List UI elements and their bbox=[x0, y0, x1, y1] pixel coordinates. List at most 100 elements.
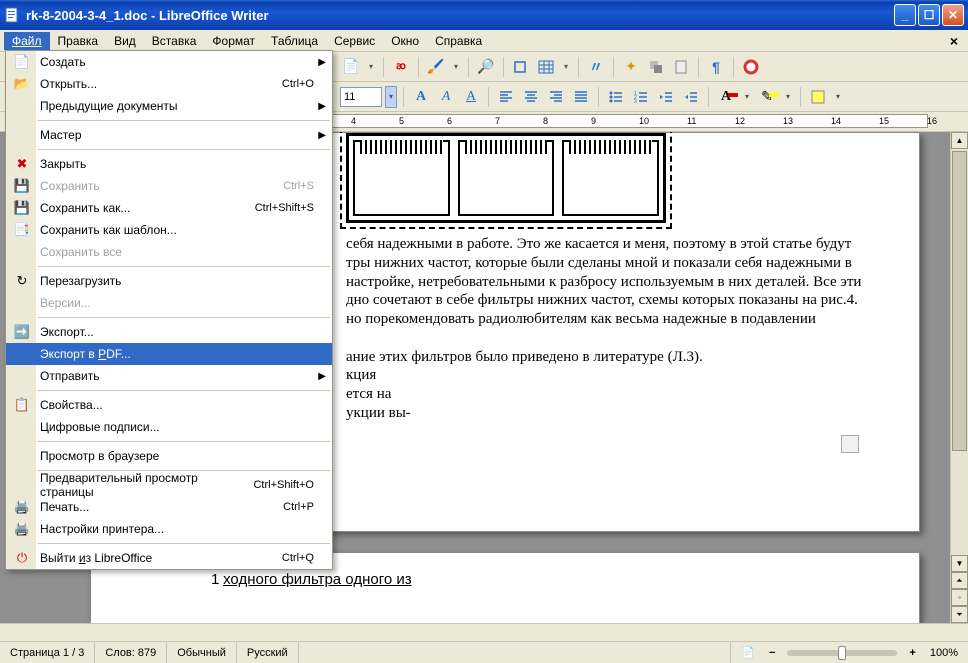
dropdown-icon[interactable]: ▾ bbox=[560, 56, 572, 78]
toolbar-icon[interactable]: 📄 bbox=[340, 56, 362, 78]
comment-anchor[interactable] bbox=[841, 435, 859, 453]
status-words[interactable]: Слов: 879 bbox=[95, 642, 167, 663]
menu-window[interactable]: Окно bbox=[383, 32, 427, 50]
menu-item-recent[interactable]: Предыдущие документы ▶ bbox=[6, 95, 332, 117]
menu-label: Цифровые подписи... bbox=[40, 420, 332, 434]
status-style[interactable]: Обычный bbox=[167, 642, 237, 663]
menu-label: Просмотр в браузере bbox=[40, 449, 332, 463]
submenu-arrow-icon: ▶ bbox=[318, 101, 326, 112]
document-image-schematic[interactable] bbox=[346, 133, 666, 223]
brush-icon[interactable]: 🖌️ bbox=[425, 56, 447, 78]
toolbar-icon[interactable] bbox=[645, 56, 667, 78]
zoom-out-button[interactable]: − bbox=[765, 647, 779, 659]
align-left-icon[interactable] bbox=[495, 86, 517, 108]
scrollbar-thumb[interactable] bbox=[952, 151, 967, 451]
nav-select-icon[interactable]: ◦ bbox=[951, 589, 968, 606]
toolbar-icon[interactable] bbox=[510, 56, 532, 78]
new-doc-icon: 📄 bbox=[12, 53, 32, 71]
menu-view[interactable]: Вид bbox=[106, 32, 144, 50]
help-icon[interactable] bbox=[740, 56, 762, 78]
menu-item-saveas[interactable]: 💾 Сохранить как... Ctrl+Shift+S bbox=[6, 197, 332, 219]
menu-item-saveall[interactable]: Сохранить все bbox=[6, 241, 332, 263]
abc-icon[interactable]: ꜵ bbox=[390, 56, 412, 78]
print-icon: 🖨️ bbox=[12, 498, 32, 516]
dropdown-icon[interactable]: ▾ bbox=[385, 86, 397, 108]
horizontal-scrollbar[interactable] bbox=[0, 623, 968, 641]
zoom-in-button[interactable]: + bbox=[905, 647, 919, 659]
toolbar-icon[interactable] bbox=[670, 56, 692, 78]
align-center-icon[interactable] bbox=[520, 86, 542, 108]
menu-item-close[interactable]: ✖ Закрыть bbox=[6, 153, 332, 175]
nav-prev-icon[interactable]: ⏶ bbox=[951, 572, 968, 589]
list-number-icon[interactable]: 123 bbox=[630, 86, 652, 108]
menu-label: Экспорт... bbox=[40, 325, 332, 339]
toolbar-icon[interactable] bbox=[807, 86, 829, 108]
underline-icon[interactable]: A bbox=[460, 86, 482, 108]
menu-accel: Ctrl+Q bbox=[282, 552, 332, 564]
indent-icon[interactable] bbox=[680, 86, 702, 108]
dropdown-icon[interactable]: ▾ bbox=[365, 56, 377, 78]
bold-icon[interactable]: A bbox=[410, 86, 432, 108]
menu-item-versions[interactable]: Версии... bbox=[6, 292, 332, 314]
menu-item-save[interactable]: 💾 Сохранить Ctrl+S bbox=[6, 175, 332, 197]
dropdown-icon[interactable]: ▾ bbox=[782, 86, 794, 108]
menu-label: Сохранить как... bbox=[40, 201, 255, 215]
menu-item-create[interactable]: 📄 Создать ▶ bbox=[6, 51, 332, 73]
toolbar-icon[interactable]: 〃 bbox=[585, 56, 607, 78]
table-icon[interactable] bbox=[535, 56, 557, 78]
menu-accel: Ctrl+P bbox=[283, 501, 332, 513]
menu-tools[interactable]: Сервис bbox=[326, 32, 383, 50]
menu-accel: Ctrl+S bbox=[283, 180, 332, 192]
menu-item-wizard[interactable]: Мастер ▶ bbox=[6, 124, 332, 146]
align-right-icon[interactable] bbox=[545, 86, 567, 108]
align-justify-icon[interactable] bbox=[570, 86, 592, 108]
minimize-button[interactable]: _ bbox=[894, 4, 916, 26]
menu-item-export[interactable]: ➡️ Экспорт... bbox=[6, 321, 332, 343]
menu-item-properties[interactable]: 📋 Свойства... bbox=[6, 394, 332, 416]
menu-item-print[interactable]: 🖨️ Печать... Ctrl+P bbox=[6, 496, 332, 518]
menu-item-send[interactable]: Отправить ▶ bbox=[6, 365, 332, 387]
export-icon: ➡️ bbox=[12, 323, 32, 341]
toolbar-icon[interactable]: ✦ bbox=[620, 56, 642, 78]
menu-item-signatures[interactable]: Цифровые подписи... bbox=[6, 416, 332, 438]
status-zoom[interactable]: 100% bbox=[920, 642, 968, 663]
close-button[interactable]: ✕ bbox=[942, 4, 964, 26]
save-template-icon: 📑 bbox=[12, 221, 32, 239]
menu-item-browser[interactable]: Просмотр в браузере bbox=[6, 445, 332, 467]
menu-label: Свойства... bbox=[40, 398, 332, 412]
menu-format[interactable]: Формат bbox=[204, 32, 263, 50]
menu-item-exit[interactable]: ⏻ Выйти из LibreOffice Ctrl+Q bbox=[6, 547, 332, 569]
outdent-icon[interactable] bbox=[655, 86, 677, 108]
menu-item-reload[interactable]: ↻ Перезагрузить bbox=[6, 270, 332, 292]
menu-item-open[interactable]: 📂 Открыть... Ctrl+O bbox=[6, 73, 332, 95]
dropdown-icon[interactable]: ▾ bbox=[832, 86, 844, 108]
menu-edit[interactable]: Правка bbox=[50, 32, 107, 50]
pdf-icon bbox=[12, 345, 32, 363]
dropdown-icon[interactable]: ▾ bbox=[741, 86, 753, 108]
zoom-slider[interactable] bbox=[787, 650, 897, 656]
menu-item-savetpl[interactable]: 📑 Сохранить как шаблон... bbox=[6, 219, 332, 241]
italic-icon[interactable]: A bbox=[435, 86, 457, 108]
menu-insert[interactable]: Вставка bbox=[144, 32, 205, 50]
menu-item-printer[interactable]: 🖨️ Настройки принтера... bbox=[6, 518, 332, 540]
list-bullet-icon[interactable] bbox=[605, 86, 627, 108]
nav-next-icon[interactable]: ⏷ bbox=[951, 606, 968, 623]
menu-item-preview[interactable]: Предварительный просмотр страницы Ctrl+S… bbox=[6, 474, 332, 496]
font-size-select[interactable] bbox=[340, 87, 382, 107]
status-page[interactable]: Страница 1 / 3 bbox=[0, 642, 95, 663]
status-view-icon[interactable]: 📄 bbox=[731, 642, 765, 663]
scroll-down-icon[interactable]: ▼ bbox=[951, 555, 968, 572]
toolbar-icon[interactable]: 🔎 bbox=[475, 56, 497, 78]
dropdown-icon[interactable]: ▾ bbox=[450, 56, 462, 78]
close-document-button[interactable]: × bbox=[950, 33, 958, 49]
menu-file[interactable]: Файл bbox=[4, 32, 50, 50]
menu-help[interactable]: Справка bbox=[427, 32, 490, 50]
maximize-button[interactable]: ☐ bbox=[918, 4, 940, 26]
menu-item-export-pdf[interactable]: Экспорт в PDF... bbox=[6, 343, 332, 365]
vertical-scrollbar[interactable]: ▲ ▼ ⏶ ◦ ⏷ bbox=[950, 132, 968, 623]
scroll-up-icon[interactable]: ▲ bbox=[951, 132, 968, 149]
pilcrow-icon[interactable]: ¶ bbox=[705, 56, 727, 78]
menu-table[interactable]: Таблица bbox=[263, 32, 326, 50]
exit-icon: ⏻ bbox=[12, 549, 32, 567]
status-language[interactable]: Русский bbox=[237, 642, 299, 663]
